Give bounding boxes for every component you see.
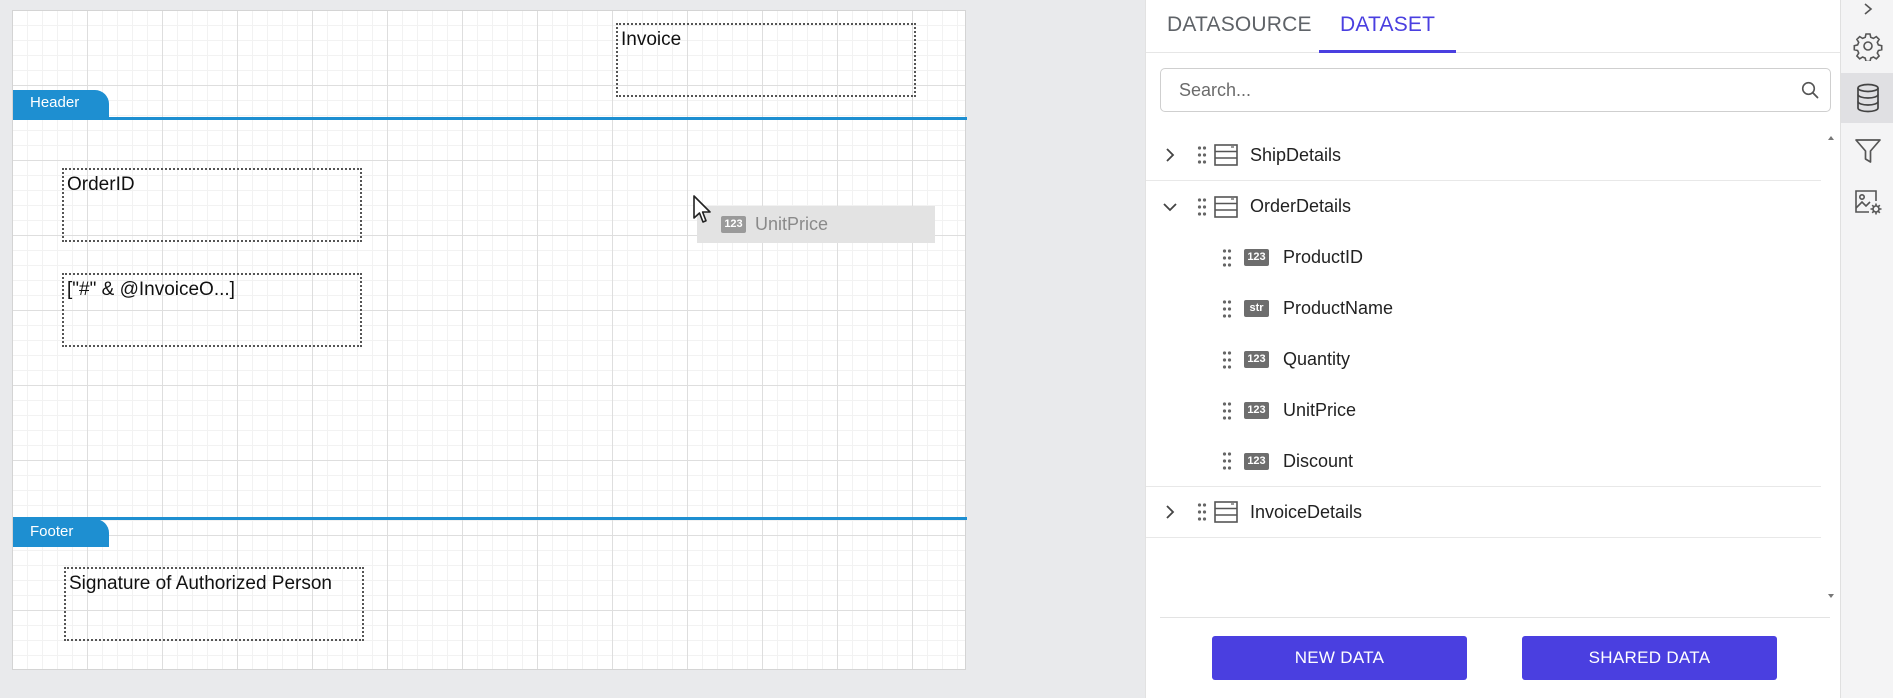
number-type-badge: 123 (1244, 249, 1269, 266)
chevron-right-icon (1863, 3, 1872, 15)
tab-dataset[interactable]: DATASET (1319, 0, 1457, 53)
field-row-discount[interactable]: 123 Discount (1146, 436, 1821, 487)
number-type-badge: 123 (1244, 402, 1269, 419)
signature-text: Signature of Authorized Person (69, 573, 333, 594)
dataset-row-invoicedetails[interactable]: InvoiceDetails (1146, 487, 1821, 538)
drag-handle-icon[interactable] (1222, 401, 1232, 421)
drag-handle-icon[interactable] (1197, 145, 1207, 165)
dataset-label: OrderDetails (1250, 196, 1352, 216)
collapse-panel-button[interactable] (1841, 0, 1893, 18)
tree-scrollbar[interactable] (1826, 132, 1836, 602)
search-input[interactable] (1161, 70, 1790, 110)
string-type-badge: str (1244, 300, 1269, 317)
drag-preview-label: UnitPrice (755, 214, 829, 234)
signature-textbox[interactable]: Signature of Authorized Person (64, 567, 364, 641)
chevron-right-icon[interactable] (1160, 145, 1180, 165)
dataset-tree: ShipDetails OrderDetails 123 ProductID s… (1146, 130, 1821, 538)
field-label: Discount (1283, 450, 1354, 471)
table-icon (1214, 195, 1238, 218)
drag-preview-unitprice: 123 UnitPrice (697, 206, 935, 243)
data-panel: DATASOURCE DATASET ShipDetails OrderDeta… (1145, 0, 1840, 698)
drag-handle-icon[interactable] (1197, 197, 1207, 217)
invoice-title-textbox[interactable]: Invoice (616, 23, 916, 97)
field-row-productname[interactable]: str ProductName (1146, 283, 1821, 334)
table-icon (1214, 501, 1238, 523)
chevron-right-icon[interactable] (1160, 502, 1180, 522)
database-icon (1856, 83, 1879, 113)
dataset-label: ShipDetails (1250, 144, 1342, 165)
new-data-button[interactable]: NEW DATA (1212, 636, 1467, 680)
footer-band-divider[interactable] (13, 517, 967, 520)
gear-icon (1853, 33, 1882, 61)
dataset-row-shipdetails[interactable]: ShipDetails (1146, 130, 1821, 181)
panel-footer-divider (1160, 617, 1830, 618)
shared-data-button[interactable]: SHARED DATA (1522, 636, 1777, 680)
mouse-cursor-icon (693, 195, 711, 223)
field-row-productid[interactable]: 123 ProductID (1146, 232, 1821, 283)
drag-handle-icon[interactable] (1197, 502, 1207, 522)
drag-handle-icon[interactable] (1222, 451, 1232, 471)
drag-handle-icon[interactable] (1222, 350, 1232, 370)
filter-icon (1854, 139, 1881, 163)
report-design-surface[interactable]: Invoice Header OrderID ["#" & @InvoiceO.… (12, 10, 967, 670)
search-box (1160, 68, 1831, 112)
footer-band-label: Footer (30, 523, 74, 540)
properties-button[interactable] (1841, 21, 1893, 71)
number-type-badge: 123 (1244, 351, 1269, 368)
field-label: ProductName (1283, 298, 1394, 318)
side-icon-strip (1840, 0, 1893, 698)
header-band-divider[interactable] (13, 117, 967, 120)
filter-button[interactable] (1841, 126, 1893, 176)
header-band-label: Header (30, 94, 80, 111)
field-label: Quantity (1283, 349, 1351, 369)
drag-handle-icon[interactable] (1222, 299, 1232, 319)
image-manager-button[interactable] (1841, 177, 1893, 227)
footer-band-tab[interactable]: Footer (13, 519, 109, 547)
field-row-quantity[interactable]: 123 Quantity (1146, 334, 1821, 385)
drag-handle-icon[interactable] (1222, 248, 1232, 268)
number-type-badge: 123 (1244, 452, 1269, 470)
chevron-down-icon[interactable] (1160, 197, 1180, 217)
header-band-tab[interactable]: Header (13, 90, 109, 118)
number-type-badge: 123 (721, 216, 746, 233)
orderid-textbox[interactable]: OrderID (62, 168, 362, 242)
dataset-label: InvoiceDetails (1250, 501, 1363, 522)
search-icon[interactable] (1790, 70, 1830, 110)
orderid-text: OrderID (67, 174, 135, 195)
field-label: UnitPrice (1283, 400, 1357, 420)
invoice-title-text: Invoice (621, 29, 682, 50)
panel-tabs: DATASOURCE DATASET (1146, 0, 1840, 53)
data-button[interactable] (1841, 73, 1893, 123)
image-settings-icon (1854, 190, 1881, 215)
field-row-unitprice[interactable]: 123 UnitPrice (1146, 385, 1821, 436)
invoice-expression-text: ["#" & @InvoiceO...] (67, 279, 235, 300)
dataset-row-orderdetails[interactable]: OrderDetails (1146, 181, 1821, 232)
table-icon (1214, 144, 1238, 166)
field-label: ProductID (1283, 247, 1364, 267)
tab-datasource[interactable]: DATASOURCE (1167, 0, 1312, 53)
invoice-expression-textbox[interactable]: ["#" & @InvoiceO...] (62, 273, 362, 347)
